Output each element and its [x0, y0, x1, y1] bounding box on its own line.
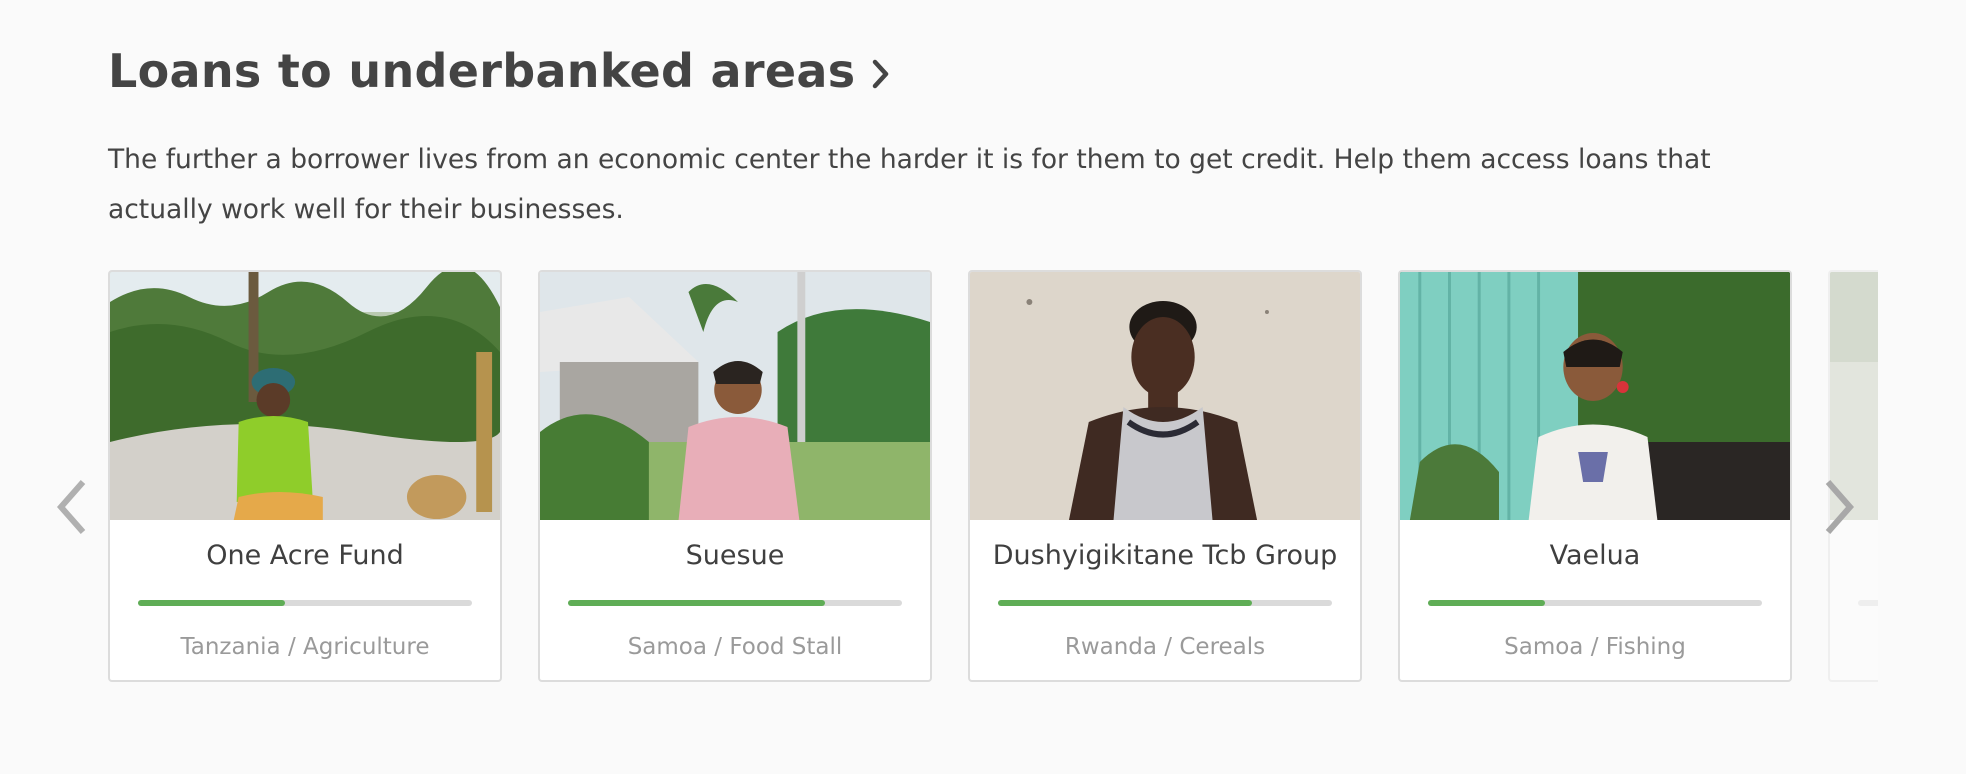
funding-progress-bar [138, 600, 472, 606]
carousel-prev-arrow[interactable] [55, 478, 89, 536]
funding-progress-bar [1428, 600, 1762, 606]
funding-progress-fill [138, 600, 285, 606]
funding-progress-fill [998, 600, 1252, 606]
loan-location-sector: Samoa / Fishing [1504, 634, 1686, 660]
loan-name: One Acre Fund [206, 540, 404, 571]
underbanked-loans-section: Loans to underbanked areas The further a… [0, 0, 1966, 774]
borrower-photo [1400, 272, 1790, 520]
chevron-right-icon [873, 59, 889, 89]
loan-card[interactable]: Dushyigikitane Tcb Group Rwanda / Cereal… [968, 270, 1362, 682]
funding-progress-bar [1858, 600, 1878, 606]
funding-progress-fill [1428, 600, 1545, 606]
loan-name: Suesue [685, 540, 785, 571]
loan-location-sector: Tanzania / Agriculture [180, 634, 430, 660]
section-title: Loans to underbanked areas [108, 44, 856, 98]
loan-location-sector: Rwanda / Cereals [1064, 634, 1266, 660]
carousel-next-arrow[interactable] [1822, 478, 1856, 536]
borrower-photo [110, 272, 500, 520]
funding-progress-bar [568, 600, 902, 606]
loan-name: Vaelua [1549, 540, 1641, 571]
loan-name: Dushyigikitane Tcb Group [992, 540, 1338, 571]
loan-card-peek[interactable] [1828, 270, 1878, 682]
loan-location-sector: Samoa / Food Stall [627, 634, 843, 660]
funding-progress-bar [998, 600, 1332, 606]
loan-card[interactable]: Vaelua Samoa / Fishing [1398, 270, 1792, 682]
borrower-photo [970, 272, 1360, 520]
section-title-link[interactable]: Loans to underbanked areas [108, 44, 891, 98]
section-description: The further a borrower lives from an eco… [108, 144, 1711, 225]
loan-card[interactable]: Suesue Samoa / Food Stall [538, 270, 932, 682]
borrower-photo [540, 272, 930, 520]
loan-carousel: One Acre Fund Tanzania / Agriculture Sue… [108, 270, 1878, 686]
loan-card[interactable]: One Acre Fund Tanzania / Agriculture [108, 270, 502, 682]
funding-progress-fill [568, 600, 826, 606]
